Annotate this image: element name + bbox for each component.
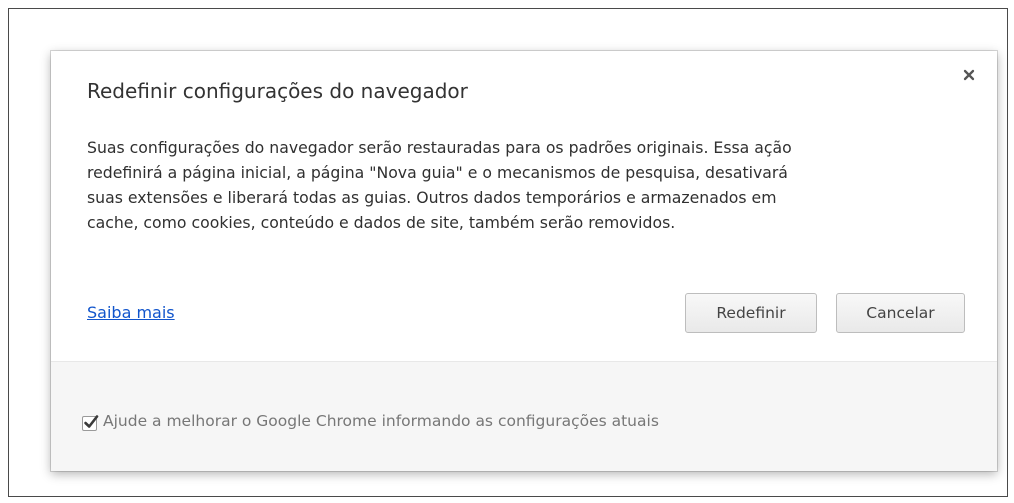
learn-more-link[interactable]: Saiba mais <box>87 303 175 322</box>
description-line: suas extensões e liberará todas as guias… <box>87 188 777 207</box>
cancel-button[interactable]: Cancelar <box>836 293 965 333</box>
report-settings-label: Ajude a melhorar o Google Chrome informa… <box>103 412 659 430</box>
close-button[interactable] <box>959 65 979 85</box>
reset-button[interactable]: Redefinir <box>685 293 817 333</box>
dialog-footer: Ajude a melhorar o Google Chrome informa… <box>51 361 997 471</box>
close-icon <box>963 69 975 81</box>
description-line: redefinirá a página inicial, a página "N… <box>87 163 788 182</box>
checkmark-icon <box>84 415 99 428</box>
dialog-description: Suas configurações do navegador serão re… <box>87 135 967 235</box>
description-line: cache, como cookies, conteúdo e dados de… <box>87 213 676 232</box>
report-settings-checkbox[interactable] <box>82 415 99 431</box>
reset-settings-dialog: Redefinir configurações do navegador Sua… <box>51 51 997 471</box>
description-line: Suas configurações do navegador serão re… <box>87 138 792 157</box>
dialog-title: Redefinir configurações do navegador <box>87 79 468 103</box>
window-frame: Redefinir configurações do navegador Sua… <box>8 8 1008 497</box>
